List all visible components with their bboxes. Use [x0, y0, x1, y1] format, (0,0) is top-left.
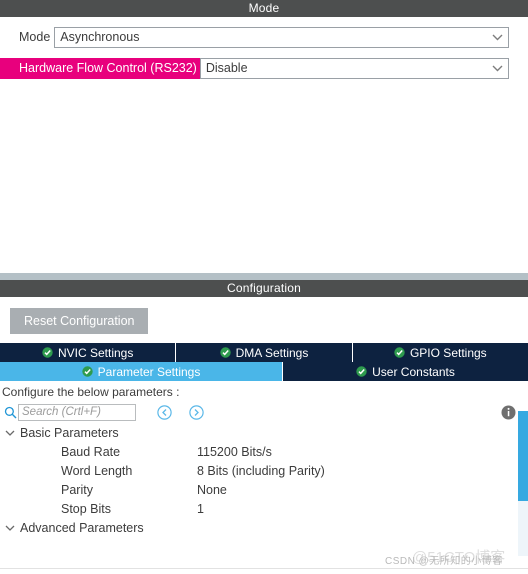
tab-nvic-settings[interactable]: NVIC Settings	[0, 343, 177, 362]
check-circle-icon	[42, 347, 53, 358]
table-row[interactable]: Parity None	[0, 480, 528, 499]
settings-tab-row-secondary: Parameter Settings User Constants	[0, 362, 528, 381]
check-circle-icon	[81, 366, 93, 377]
hardware-flow-control-value: Disable	[205, 61, 248, 75]
tab-dma-settings[interactable]: DMA Settings	[176, 343, 353, 362]
hardware-flow-control-label: Hardware Flow Control (RS232)	[0, 57, 200, 79]
window-bottom-edge	[0, 568, 528, 574]
parameter-settings-area: Configure the below parameters : Basic P…	[0, 381, 528, 556]
search-input[interactable]	[18, 403, 136, 421]
param-name: Word Length	[61, 463, 133, 478]
param-name: Parity	[61, 482, 93, 497]
configure-parameters-note: Configure the below parameters :	[2, 385, 180, 399]
chevron-down-icon	[486, 34, 508, 41]
tab-user-constants[interactable]: User Constants	[283, 362, 528, 381]
mode-row-hardware-flow-control: Hardware Flow Control (RS232) Disable	[0, 57, 528, 79]
param-name: Stop Bits	[61, 501, 112, 516]
tab-label: User Constants	[372, 364, 455, 379]
param-name: Baud Rate	[61, 444, 121, 459]
hardware-flow-control-dropdown[interactable]: Disable	[199, 57, 509, 79]
tab-label: Parameter Settings	[97, 364, 201, 379]
tab-gpio-settings[interactable]: GPIO Settings	[352, 343, 528, 362]
check-circle-icon	[356, 366, 367, 377]
table-row[interactable]: Stop Bits 1	[0, 499, 528, 518]
param-value: 115200 Bits/s	[197, 444, 272, 459]
param-group-advanced-parameters[interactable]: Advanced Parameters	[0, 518, 528, 537]
parameter-scrollbar-thumb[interactable]	[518, 411, 528, 501]
mode-panel-header: Mode	[0, 0, 528, 17]
table-row[interactable]: Word Length 8 Bits (including Parity)	[0, 461, 528, 480]
chevron-down-icon[interactable]	[0, 525, 20, 531]
param-value: None	[197, 482, 227, 497]
param-value: 1	[197, 501, 204, 516]
check-circle-icon	[219, 347, 231, 358]
tab-label: DMA Settings	[235, 345, 309, 360]
configuration-panel: Configuration Reset Configuration NVIC S…	[0, 280, 528, 556]
settings-tab-row-primary: NVIC Settings DMA Settings GPIO Settings	[0, 343, 528, 362]
mode-dropdown[interactable]: Asynchronous	[54, 26, 509, 48]
table-row[interactable]: Baud Rate 115200 Bits/s	[0, 442, 528, 461]
param-group-title: Advanced Parameters	[20, 520, 144, 535]
tab-label: GPIO Settings	[409, 345, 487, 360]
parameter-search-toolbar	[0, 401, 528, 423]
reset-configuration-button[interactable]: Reset Configuration	[10, 308, 149, 334]
magnifier-icon	[2, 404, 18, 420]
check-circle-icon	[394, 347, 405, 358]
tab-parameter-settings[interactable]: Parameter Settings	[0, 362, 283, 381]
circle-left-arrow-icon[interactable]	[156, 404, 172, 420]
configuration-panel-header: Configuration	[0, 280, 528, 297]
mode-dropdown-value: Asynchronous	[60, 30, 140, 44]
chevron-down-icon[interactable]	[0, 430, 20, 436]
reset-configuration-toolbar: Reset Configuration	[0, 297, 528, 343]
mode-field-label: Mode	[19, 29, 51, 44]
circle-right-arrow-icon[interactable]	[188, 404, 204, 420]
info-icon[interactable]	[500, 404, 516, 420]
mode-row-mode: Mode Asynchronous	[0, 26, 528, 48]
chevron-down-icon	[486, 65, 508, 72]
tab-label: NVIC Settings	[57, 345, 134, 360]
panel-separator	[0, 273, 528, 280]
param-group-basic-parameters[interactable]: Basic Parameters	[0, 423, 528, 442]
mode-panel: Mode Mode Asynchronous Hardware Flow Con…	[0, 0, 528, 273]
param-value: 8 Bits (including Parity)	[197, 463, 325, 478]
param-group-title: Basic Parameters	[20, 425, 119, 440]
